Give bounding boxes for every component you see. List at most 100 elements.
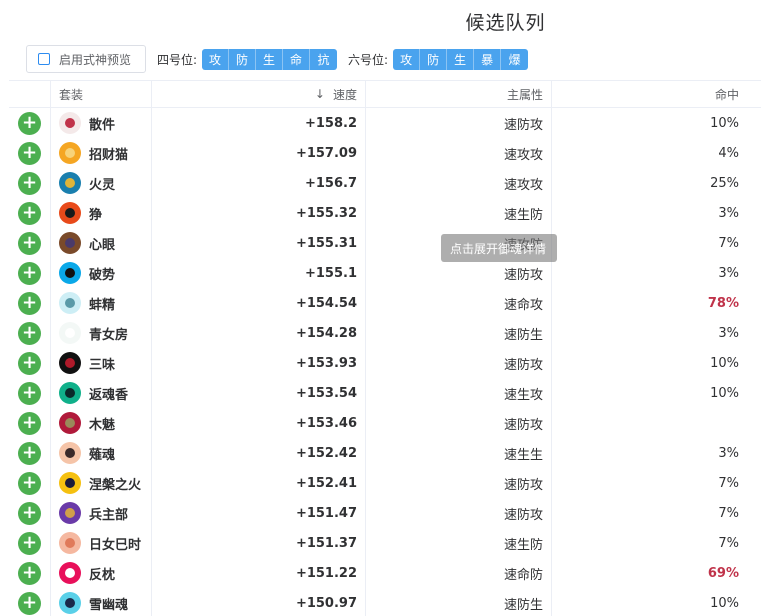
add-cell: + <box>9 348 50 378</box>
header-set[interactable]: 套装 <box>50 81 151 107</box>
set-avatar-dot <box>65 418 75 428</box>
set-avatar-icon <box>59 202 81 224</box>
hit-value: 7% <box>718 235 739 251</box>
table-row[interactable]: + 日女巳时 +151.37 速生防 7% <box>9 528 761 558</box>
main-attr-cell: 速攻攻 <box>365 168 551 198</box>
set-cell: 反枕 <box>50 558 151 588</box>
add-icon[interactable]: + <box>18 291 41 315</box>
main-attr-cell: 速防攻 <box>365 408 551 438</box>
pos6-health-button[interactable]: 生 <box>447 48 475 70</box>
set-cell: 心眼 <box>50 228 151 258</box>
set-avatar-dot <box>65 238 75 248</box>
header-hit[interactable]: 命中 <box>551 81 751 107</box>
add-cell: + <box>9 378 50 408</box>
add-icon[interactable]: + <box>18 261 41 285</box>
speed-cell: +152.42 <box>151 438 365 468</box>
set-avatar-dot <box>65 118 75 128</box>
table-row[interactable]: +心眼+155.31速攻防7% <box>9 228 761 258</box>
set-avatar-dot <box>65 478 75 488</box>
main-attr-cell: 速防攻 <box>365 498 551 528</box>
hit-value: 10% <box>710 385 739 401</box>
pos4-defense-button[interactable]: 防 <box>229 48 257 70</box>
set-avatar-icon <box>59 502 81 524</box>
add-cell: + <box>9 318 50 348</box>
speed-cell: +155.31 <box>151 228 365 258</box>
pos6-attack-button[interactable]: 攻 <box>393 48 421 70</box>
add-icon[interactable]: + <box>18 561 41 585</box>
set-name: 破势 <box>89 267 116 283</box>
table-row[interactable]: + 三味 +153.93 速防攻 10% <box>9 348 761 378</box>
hit-value: 3% <box>718 205 739 221</box>
main-attr-value: 速生防 <box>503 207 543 223</box>
add-icon[interactable]: + <box>18 171 41 195</box>
table-row[interactable]: + 雪幽魂 +150.97 速防生 10% <box>9 588 761 616</box>
set-avatar-dot <box>65 568 75 578</box>
main-attr-cell: 速攻攻 <box>365 138 551 168</box>
add-icon[interactable]: + <box>18 471 41 495</box>
table-row[interactable]: + 涅槃之火 +152.41 速防攻 7% <box>9 468 761 498</box>
set-cell: 薙魂 <box>50 438 151 468</box>
set-avatar-icon <box>59 472 81 494</box>
pos4-resist-button[interactable]: 抗 <box>310 48 338 70</box>
main-attr-cell: 速防生 <box>365 588 551 616</box>
main-attr-value: 速防攻 <box>503 507 543 523</box>
pos6-defense-button[interactable]: 防 <box>420 48 448 70</box>
table-row[interactable]: + 薙魂 +152.42 速生生 3% <box>9 438 761 468</box>
main-attr-cell: 速生生 <box>365 438 551 468</box>
pos6-critdmg-button[interactable]: 爆 <box>501 48 529 70</box>
table-row[interactable]: + 散件 +158.2 速防攻 10% <box>9 108 761 138</box>
main-attr-cell: 速生防 <box>365 198 551 228</box>
add-icon[interactable]: + <box>18 321 41 345</box>
table-row[interactable]: + 蚌精 +154.54 速命攻 78% <box>9 288 761 318</box>
pos6-button-group: 攻 防 生 暴 爆 <box>393 48 529 70</box>
toolbar: 启用式神预览 四号位: 攻 防 生 命 抗 六号位: 攻 防 生 暴 爆 <box>26 45 529 73</box>
table-row[interactable]: + 返魂香 +153.54 速生攻 10% <box>9 378 761 408</box>
add-icon[interactable]: + <box>18 351 41 375</box>
preview-toggle[interactable]: 启用式神预览 <box>26 45 146 73</box>
table-row[interactable]: + 反枕 +151.22 速命防 69% <box>9 558 761 588</box>
pos4-hit-button[interactable]: 命 <box>283 48 311 70</box>
set-name: 散件 <box>89 117 116 133</box>
main-attr-value: 速防生 <box>503 597 543 613</box>
preview-checkbox[interactable] <box>38 53 50 65</box>
add-icon[interactable]: + <box>18 201 41 225</box>
table-row[interactable]: + 破势 +155.1 速防攻 3% <box>9 258 761 288</box>
speed-cell: +152.41 <box>151 468 365 498</box>
sort-down-icon[interactable]: ↓ <box>315 87 325 101</box>
table-row[interactable]: + 狰 +155.32 速生防 3% <box>9 198 761 228</box>
pos4-health-button[interactable]: 生 <box>256 48 284 70</box>
add-icon[interactable]: + <box>18 231 41 255</box>
hit-cell: 3% <box>551 198 751 228</box>
add-icon[interactable]: + <box>18 441 41 465</box>
set-name: 蚌精 <box>89 297 116 313</box>
table-row[interactable]: + 兵主部 +151.47 速防攻 7% <box>9 498 761 528</box>
add-cell: + <box>9 438 50 468</box>
preview-label: 启用式神预览 <box>59 52 132 67</box>
hit-cell <box>551 408 751 438</box>
hit-value: 3% <box>718 445 739 461</box>
hit-cell: 3% <box>551 258 751 288</box>
add-icon[interactable]: + <box>18 381 41 405</box>
header-speed[interactable]: ↓ 速度 <box>151 81 365 107</box>
pos6-crit-button[interactable]: 暴 <box>474 48 502 70</box>
set-avatar-icon <box>59 532 81 554</box>
add-icon[interactable]: + <box>18 411 41 435</box>
main-attr-cell: 速命防 <box>365 558 551 588</box>
header-main-attr[interactable]: 主属性 <box>365 81 551 107</box>
speed-value: +158.2 <box>304 115 357 131</box>
hit-cell: 10% <box>551 588 751 616</box>
add-icon[interactable]: + <box>18 531 41 555</box>
speed-cell: +155.32 <box>151 198 365 228</box>
add-icon[interactable]: + <box>18 591 41 615</box>
set-avatar-dot <box>65 448 75 458</box>
add-icon[interactable]: + <box>18 501 41 525</box>
hit-value: 3% <box>718 265 739 281</box>
table-row[interactable]: + 木魅 +153.46 速防攻 <box>9 408 761 438</box>
speed-cell: +150.97 <box>151 588 365 616</box>
add-icon[interactable]: + <box>18 111 41 135</box>
table-row[interactable]: + 青女房 +154.28 速防生 3% <box>9 318 761 348</box>
table-row[interactable]: + 招财猫 +157.09 速攻攻 4% <box>9 138 761 168</box>
table-row[interactable]: + 火灵 +156.7 速攻攻 25% <box>9 168 761 198</box>
pos4-attack-button[interactable]: 攻 <box>202 48 230 70</box>
add-icon[interactable]: + <box>18 141 41 165</box>
